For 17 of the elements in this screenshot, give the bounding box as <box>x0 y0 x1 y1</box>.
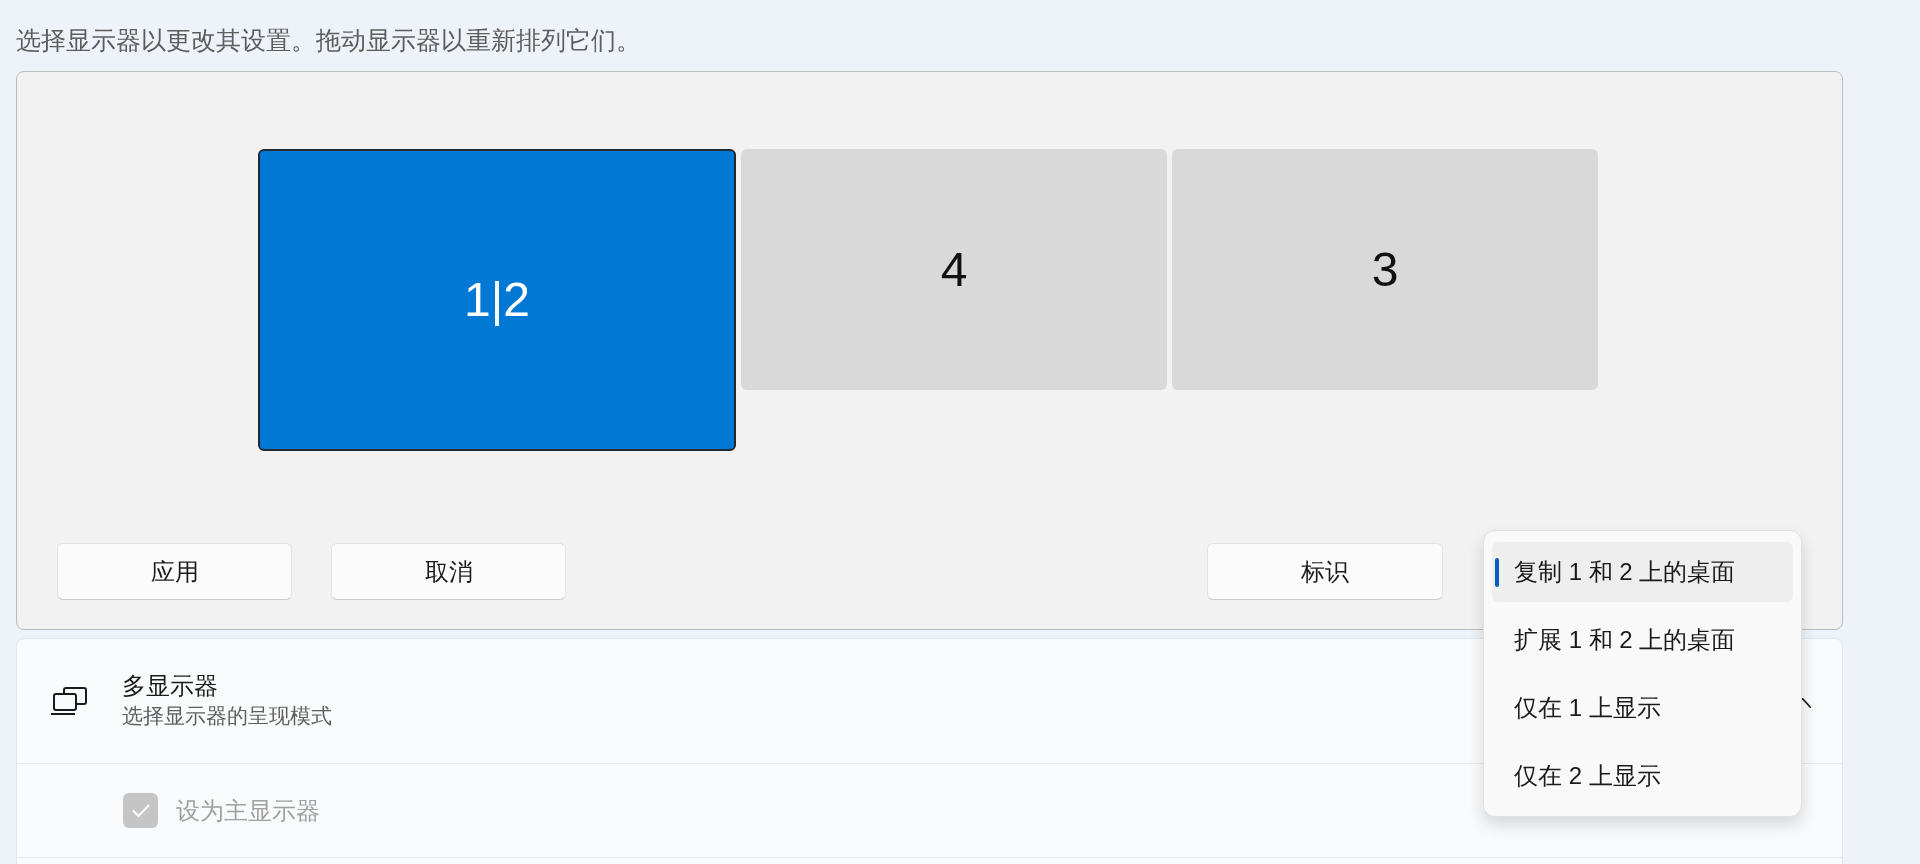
menu-item[interactable]: 仅在 2 上显示 <box>1492 746 1793 806</box>
instruction-text: 选择显示器以更改其设置。拖动显示器以重新排列它们。 <box>16 25 641 56</box>
display-tile[interactable]: 4 <box>741 149 1167 390</box>
menu-item[interactable]: 复制 1 和 2 上的桌面 <box>1492 542 1793 602</box>
chevron-up-icon[interactable] <box>1802 698 1811 708</box>
section-subtitle: 选择显示器的呈现模式 <box>122 703 332 729</box>
section-title: 多显示器 <box>122 671 219 701</box>
display-tile[interactable]: 1|2 <box>258 149 736 451</box>
identify-button[interactable]: 标识 <box>1207 543 1443 600</box>
checkbox-label: 设为主显示器 <box>176 795 320 826</box>
display-tile[interactable]: 3 <box>1172 149 1598 390</box>
menu-item[interactable]: 扩展 1 和 2 上的桌面 <box>1492 610 1793 670</box>
action-button[interactable]: 应用 <box>57 543 292 600</box>
checkmark-icon <box>131 804 150 817</box>
multiple-displays-icon <box>50 687 87 715</box>
action-button[interactable]: 取消 <box>331 543 566 600</box>
menu-item[interactable]: 仅在 1 上显示 <box>1492 678 1793 738</box>
